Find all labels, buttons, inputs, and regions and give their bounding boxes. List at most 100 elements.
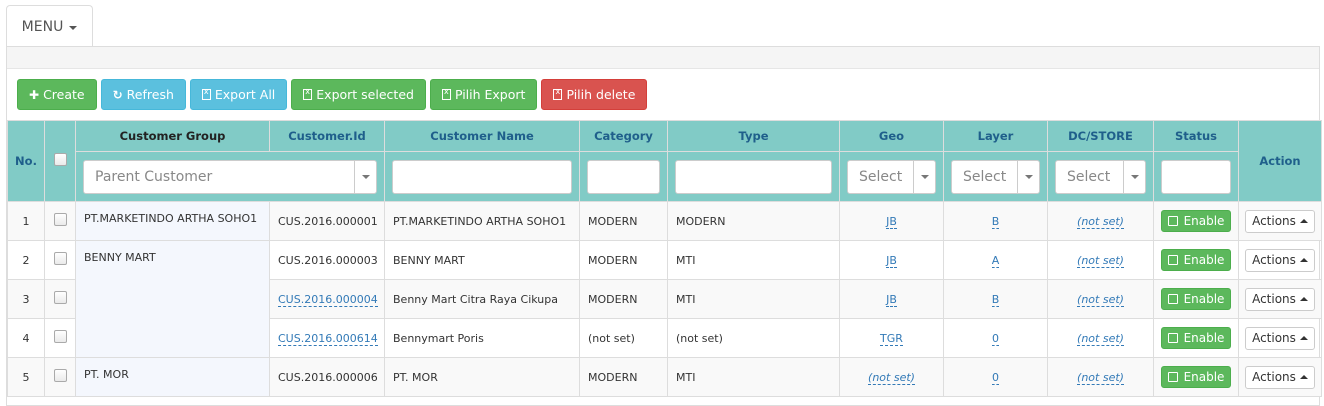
geo-placeholder: Select	[859, 168, 903, 185]
geo-editable[interactable]: TGR	[880, 331, 903, 346]
col-type[interactable]: Type	[667, 120, 840, 152]
row-no: 4	[7, 318, 45, 358]
status-cell: Enable	[1153, 357, 1239, 397]
enable-button[interactable]: Enable	[1160, 327, 1232, 349]
actions-dropdown[interactable]: Actions	[1245, 248, 1315, 272]
export-selected-button[interactable]: Export selected	[291, 79, 426, 110]
select-all-checkbox[interactable]	[53, 153, 67, 166]
chevron-down-icon[interactable]	[913, 160, 935, 193]
refresh-button[interactable]: ↻ Refresh	[100, 79, 186, 110]
parent-customer-select[interactable]: Parent Customer	[83, 159, 377, 194]
enable-button[interactable]: Enable	[1160, 249, 1232, 271]
customer-group-cell: PT.MARKETINDO ARTHA SOHO1	[75, 201, 270, 241]
layer-editable[interactable]: 0	[992, 370, 999, 385]
col-layer[interactable]: Layer	[943, 120, 1048, 152]
type-filter[interactable]	[675, 159, 832, 194]
dc-store-editable[interactable]: (not set)	[1077, 331, 1124, 346]
export-all-label: Export All	[214, 87, 276, 102]
col-action: Action	[1238, 120, 1322, 202]
col-geo[interactable]: Geo	[839, 120, 944, 152]
menu-label: MENU	[21, 18, 64, 35]
col-customer-id[interactable]: Customer.Id	[269, 120, 385, 152]
menu-dropdown[interactable]: MENU	[6, 5, 93, 47]
export-all-button[interactable]: Export All	[189, 79, 288, 110]
dc-store-editable[interactable]: (not set)	[1077, 292, 1124, 307]
enable-button[interactable]: Enable	[1160, 210, 1232, 232]
row-checkbox-cell	[44, 357, 76, 397]
row-checkbox[interactable]	[53, 213, 67, 226]
refresh-icon: ↻	[112, 87, 123, 102]
layer-cell: B	[943, 279, 1048, 319]
category-input[interactable]	[588, 160, 659, 193]
customer-name-cell: Bennymart Poris	[384, 318, 580, 358]
action-cell: Actions	[1238, 318, 1322, 358]
actions-dropdown[interactable]: Actions	[1245, 365, 1315, 389]
pilih-delete-button[interactable]: Pilih delete	[541, 79, 648, 110]
filter-cell-category	[579, 151, 668, 202]
filter-cell-customer-group: Parent Customer	[75, 151, 385, 202]
dc-store-editable[interactable]: (not set)	[1077, 253, 1124, 268]
actions-label: Actions	[1252, 370, 1296, 384]
layer-editable[interactable]: A	[991, 253, 1000, 268]
row-checkbox[interactable]	[53, 291, 67, 304]
excel-file-icon	[303, 87, 313, 100]
excel-file-icon	[553, 87, 563, 100]
status-cell: Enable	[1153, 279, 1239, 319]
customer-name-cell: PT. MOR	[384, 357, 580, 397]
geo-editable[interactable]: (not set)	[868, 370, 915, 385]
enable-button[interactable]: Enable	[1160, 288, 1232, 310]
filter-cell-geo: Select	[839, 151, 944, 202]
geo-editable[interactable]: JB	[886, 214, 897, 229]
layer-editable[interactable]: B	[991, 214, 1000, 229]
row-checkbox[interactable]	[53, 330, 67, 343]
actions-dropdown[interactable]: Actions	[1245, 209, 1315, 233]
customer-name-filter[interactable]	[392, 159, 572, 194]
row-checkbox-cell	[44, 201, 76, 241]
chevron-down-icon[interactable]	[1017, 160, 1039, 193]
actions-dropdown[interactable]: Actions	[1245, 326, 1315, 350]
row-checkbox[interactable]	[53, 369, 67, 382]
pilih-export-button[interactable]: Pilih Export	[429, 79, 538, 110]
chevron-down-icon[interactable]	[354, 160, 376, 193]
row-checkbox-cell	[44, 279, 76, 319]
table-row: 5 PT. MOR CUS.2016.000006 PT. MOR MODERN…	[7, 357, 1322, 397]
caret-up-icon	[1299, 219, 1308, 223]
dc-store-cell: (not set)	[1047, 357, 1154, 397]
col-category[interactable]: Category	[579, 120, 668, 152]
geo-editable[interactable]: JB	[886, 292, 897, 307]
create-button[interactable]: ✚ Create	[17, 79, 97, 110]
enable-button[interactable]: Enable	[1160, 366, 1232, 388]
customer-id: CUS.2016.000001	[278, 214, 378, 228]
pilih-delete-label: Pilih delete	[566, 87, 636, 102]
status-filter[interactable]	[1161, 159, 1231, 194]
col-status[interactable]: Status	[1153, 120, 1239, 152]
dc-store-editable[interactable]: (not set)	[1077, 214, 1124, 229]
type-input[interactable]	[676, 160, 831, 193]
customer-name-input[interactable]	[393, 160, 571, 193]
status-cell: Enable	[1153, 318, 1239, 358]
actions-dropdown[interactable]: Actions	[1245, 287, 1315, 311]
row-checkbox[interactable]	[53, 252, 67, 265]
panel-heading	[7, 47, 1319, 69]
customer-id-link[interactable]: CUS.2016.000614	[278, 331, 378, 346]
geo-select[interactable]: Select	[847, 159, 936, 194]
row-no: 2	[7, 240, 45, 280]
col-dc-store[interactable]: DC/STORE	[1047, 120, 1154, 152]
layer-cell: A	[943, 240, 1048, 280]
category-filter[interactable]	[587, 159, 660, 194]
actions-label: Actions	[1252, 292, 1296, 306]
dc-store-cell: (not set)	[1047, 318, 1154, 358]
customer-name-cell: BENNY MART	[384, 240, 580, 280]
col-customer-name[interactable]: Customer Name	[384, 120, 580, 152]
dc-store-editable[interactable]: (not set)	[1077, 370, 1124, 385]
select-all-cell	[44, 120, 76, 202]
layer-editable[interactable]: 0	[992, 331, 999, 346]
layer-editable[interactable]: B	[991, 292, 1000, 307]
geo-editable[interactable]: JB	[886, 253, 897, 268]
layer-select[interactable]: Select	[951, 159, 1040, 194]
customer-id-link[interactable]: CUS.2016.000004	[278, 292, 378, 307]
chevron-down-icon[interactable]	[1123, 160, 1145, 193]
status-input[interactable]	[1162, 160, 1230, 193]
dc-store-select[interactable]: Select	[1055, 159, 1146, 194]
type-cell: MODERN	[667, 201, 840, 241]
